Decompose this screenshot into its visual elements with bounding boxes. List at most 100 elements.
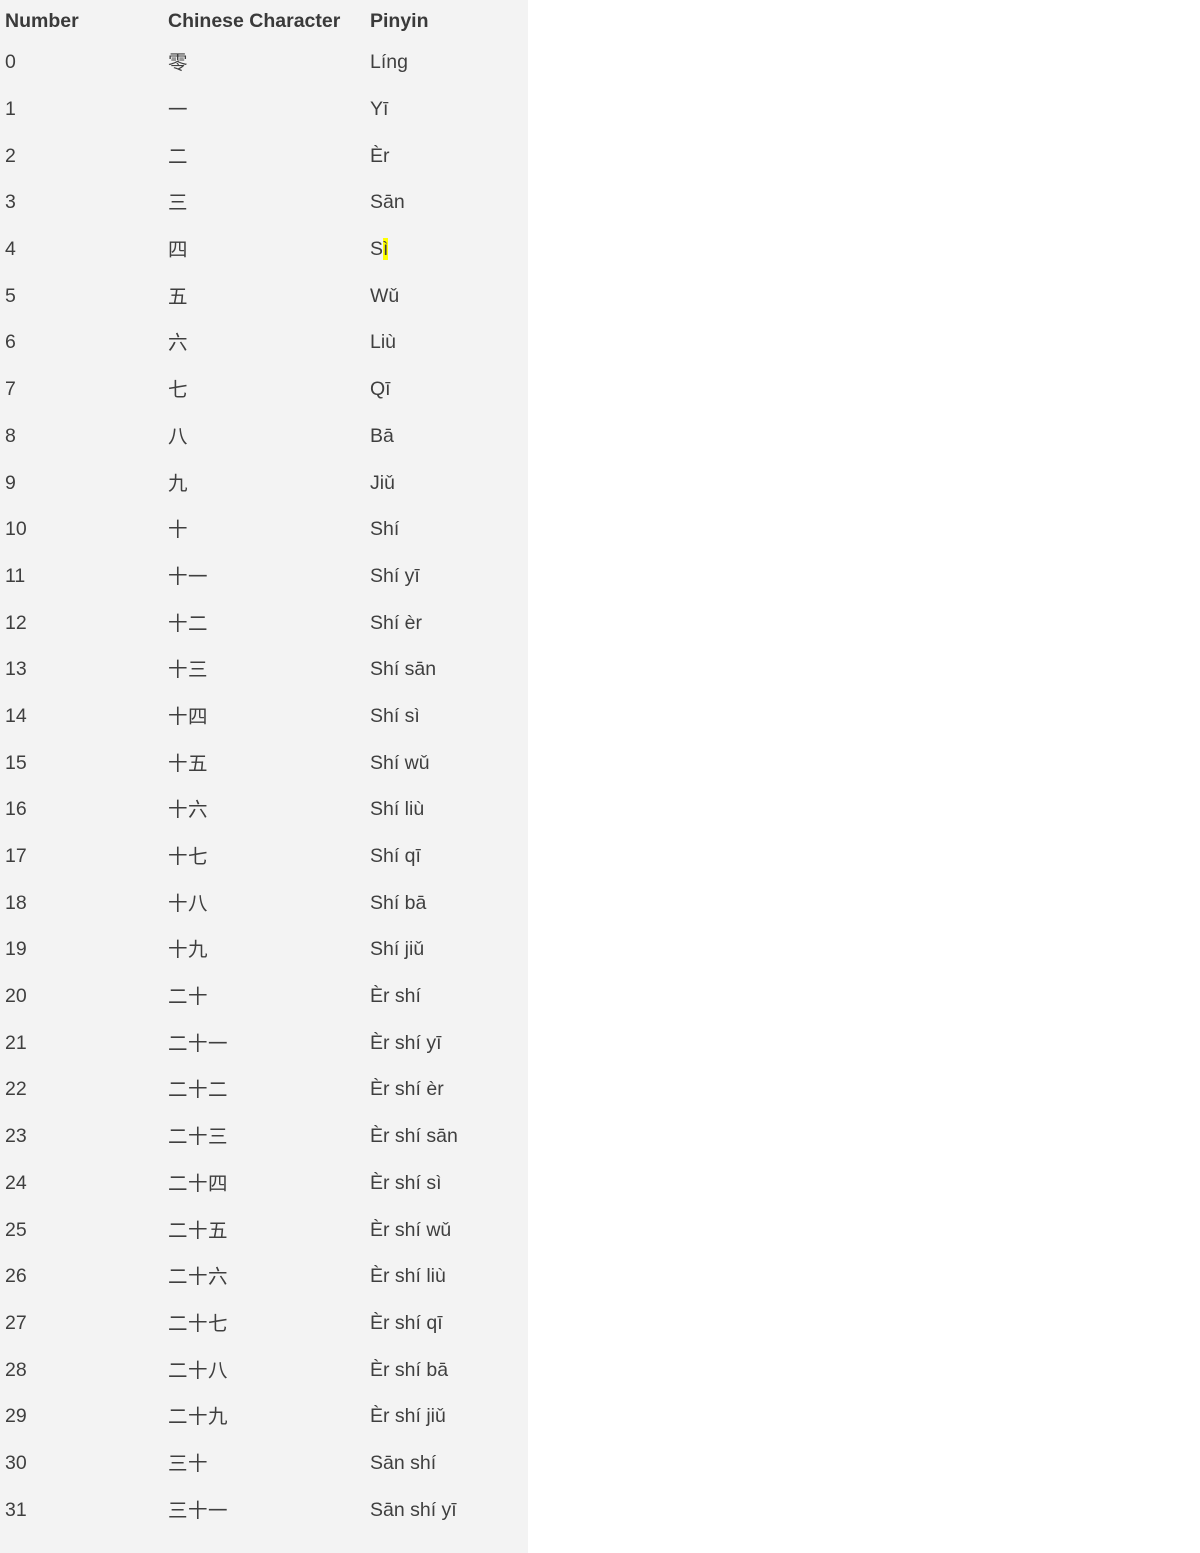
cell-pinyin: Sān shí bbox=[370, 1451, 437, 1474]
chinese-numbers-table: Number Chinese Character Pinyin 0 零 Líng 1 一… bbox=[0, 0, 528, 1534]
cell-number: 30 bbox=[5, 1451, 27, 1474]
cell-chinese-character: 五 bbox=[168, 284, 189, 308]
cell-pinyin: Shí sān bbox=[370, 658, 437, 681]
table-row: 22 二十二 Èr shí èr bbox=[0, 1067, 528, 1114]
table-header-row: Number Chinese Character Pinyin bbox=[0, 0, 528, 40]
text-highlight: ì bbox=[383, 238, 389, 261]
cell-pinyin: Shí wǔ bbox=[370, 751, 430, 774]
table-row: 15 十五 Shí wǔ bbox=[0, 740, 528, 787]
cell-pinyin: Sì bbox=[370, 238, 389, 261]
cell-pinyin: Jiǔ bbox=[370, 471, 395, 494]
table-row: 30 三十 Sān shí bbox=[0, 1440, 528, 1487]
cell-pinyin: Èr shí qī bbox=[370, 1311, 443, 1334]
cell-number: 11 bbox=[5, 564, 26, 587]
cell-pinyin: Qī bbox=[370, 378, 391, 401]
table-row: 12 十二 Shí èr bbox=[0, 600, 528, 647]
table-row: 5 五 Wǔ bbox=[0, 273, 528, 320]
table-row: 26 二十六 Èr shí liù bbox=[0, 1253, 528, 1300]
cell-number: 15 bbox=[5, 751, 27, 774]
cell-chinese-character: 零 bbox=[168, 51, 189, 75]
cell-chinese-character: 九 bbox=[168, 471, 189, 495]
cell-chinese-character: 十九 bbox=[168, 938, 209, 962]
table-row: 14 十四 Shí sì bbox=[0, 693, 528, 740]
table-row: 2 二 Èr bbox=[0, 133, 528, 180]
cell-chinese-character: 二十七 bbox=[168, 1311, 229, 1335]
cell-number: 0 bbox=[5, 51, 16, 74]
cell-pinyin: Èr shí bā bbox=[370, 1358, 449, 1381]
table-body: 0 零 Líng 1 一 Yī 2 二 Èr 3 三 Sān 4 四 Sì 5 五 Wǔ 6 六 Liù 7 七 Qī 8 八 Bā… bbox=[0, 40, 528, 1534]
cell-number: 1 bbox=[5, 98, 16, 121]
table-row: 28 二十八 Èr shí bā bbox=[0, 1347, 528, 1394]
table-row: 31 三十一 Sān shí yī bbox=[0, 1487, 528, 1534]
cell-pinyin: Èr shí sān bbox=[370, 1125, 458, 1148]
cell-pinyin: Èr shí yī bbox=[370, 1031, 442, 1054]
cell-pinyin: Shí bā bbox=[370, 891, 427, 914]
table-row: 16 十六 Shí liù bbox=[0, 787, 528, 834]
cell-chinese-character: 十四 bbox=[168, 704, 209, 728]
cell-pinyin: Shí jiǔ bbox=[370, 938, 425, 961]
cell-pinyin: Èr shí sì bbox=[370, 1171, 442, 1194]
cell-pinyin: Shí yī bbox=[370, 564, 420, 587]
cell-number: 18 bbox=[5, 891, 27, 914]
cell-number: 29 bbox=[5, 1405, 27, 1428]
cell-chinese-character: 十八 bbox=[168, 891, 209, 915]
cell-chinese-character: 二十 bbox=[168, 985, 209, 1009]
cell-chinese-character: 十三 bbox=[168, 658, 209, 682]
cell-pinyin: Èr shí liù bbox=[370, 1265, 446, 1288]
cell-pinyin: Shí bbox=[370, 518, 400, 541]
table-row: 11 十一 Shí yī bbox=[0, 553, 528, 600]
cell-pinyin: Shí sì bbox=[370, 704, 420, 727]
cell-chinese-character: 二十四 bbox=[168, 1171, 229, 1195]
cell-chinese-character: 二十八 bbox=[168, 1358, 229, 1382]
cell-pinyin: Èr shí èr bbox=[370, 1078, 444, 1101]
table-header: Number Chinese Character Pinyin bbox=[0, 0, 528, 40]
cell-number: 16 bbox=[5, 798, 27, 821]
cell-chinese-character: 二十二 bbox=[168, 1078, 229, 1102]
column-header-chinese-character: Chinese Character bbox=[168, 10, 341, 32]
cell-number: 17 bbox=[5, 845, 27, 868]
cell-number: 21 bbox=[5, 1031, 27, 1054]
cell-pinyin: Yī bbox=[370, 98, 389, 121]
cell-chinese-character: 八 bbox=[168, 424, 189, 448]
cell-number: 27 bbox=[5, 1311, 27, 1334]
table-row: 4 四 Sì bbox=[0, 226, 528, 273]
cell-chinese-character: 二十九 bbox=[168, 1405, 229, 1429]
cell-pinyin: Èr shí jiǔ bbox=[370, 1405, 446, 1428]
cell-chinese-character: 二十三 bbox=[168, 1125, 229, 1149]
cell-pinyin: Líng bbox=[370, 51, 408, 74]
cell-pinyin: Wǔ bbox=[370, 284, 400, 307]
cell-number: 19 bbox=[5, 938, 27, 961]
cell-chinese-character: 三 bbox=[168, 191, 189, 215]
table-row: 13 十三 Shí sān bbox=[0, 646, 528, 693]
cell-chinese-character: 十六 bbox=[168, 798, 209, 822]
cell-pinyin: Sān shí yī bbox=[370, 1498, 457, 1521]
table-row: 24 二十四 Èr shí sì bbox=[0, 1160, 528, 1207]
table-row: 17 十七 Shí qī bbox=[0, 833, 528, 880]
cell-chinese-character: 二 bbox=[168, 144, 189, 168]
cell-number: 2 bbox=[5, 144, 16, 167]
cell-chinese-character: 二十五 bbox=[168, 1218, 229, 1242]
cell-pinyin: Shí liù bbox=[370, 798, 425, 821]
table-row: 20 二十 Èr shí bbox=[0, 973, 528, 1020]
table-row: 21 二十一 Èr shí yī bbox=[0, 1020, 528, 1067]
cell-number: 20 bbox=[5, 985, 27, 1008]
cell-number: 25 bbox=[5, 1218, 27, 1241]
table-row: 7 七 Qī bbox=[0, 366, 528, 413]
cell-chinese-character: 十一 bbox=[168, 564, 209, 588]
table-row: 18 十八 Shí bā bbox=[0, 880, 528, 927]
table-row: 29 二十九 Èr shí jiǔ bbox=[0, 1393, 528, 1440]
cell-chinese-character: 一 bbox=[168, 98, 189, 122]
cell-chinese-character: 十 bbox=[168, 518, 189, 542]
cell-number: 26 bbox=[5, 1265, 27, 1288]
cell-number: 12 bbox=[5, 611, 27, 634]
table-row: 10 十 Shí bbox=[0, 506, 528, 553]
column-header-number: Number bbox=[5, 10, 79, 32]
table-row: 19 十九 Shí jiǔ bbox=[0, 927, 528, 974]
cell-chinese-character: 二十一 bbox=[168, 1031, 229, 1055]
table-row: 9 九 Jiǔ bbox=[0, 460, 528, 507]
cell-number: 4 bbox=[5, 238, 16, 261]
table-row: 27 二十七 Èr shí qī bbox=[0, 1300, 528, 1347]
cell-pinyin: Bā bbox=[370, 424, 394, 447]
cell-pinyin: Èr shí bbox=[370, 985, 421, 1008]
cell-number: 9 bbox=[5, 471, 16, 494]
